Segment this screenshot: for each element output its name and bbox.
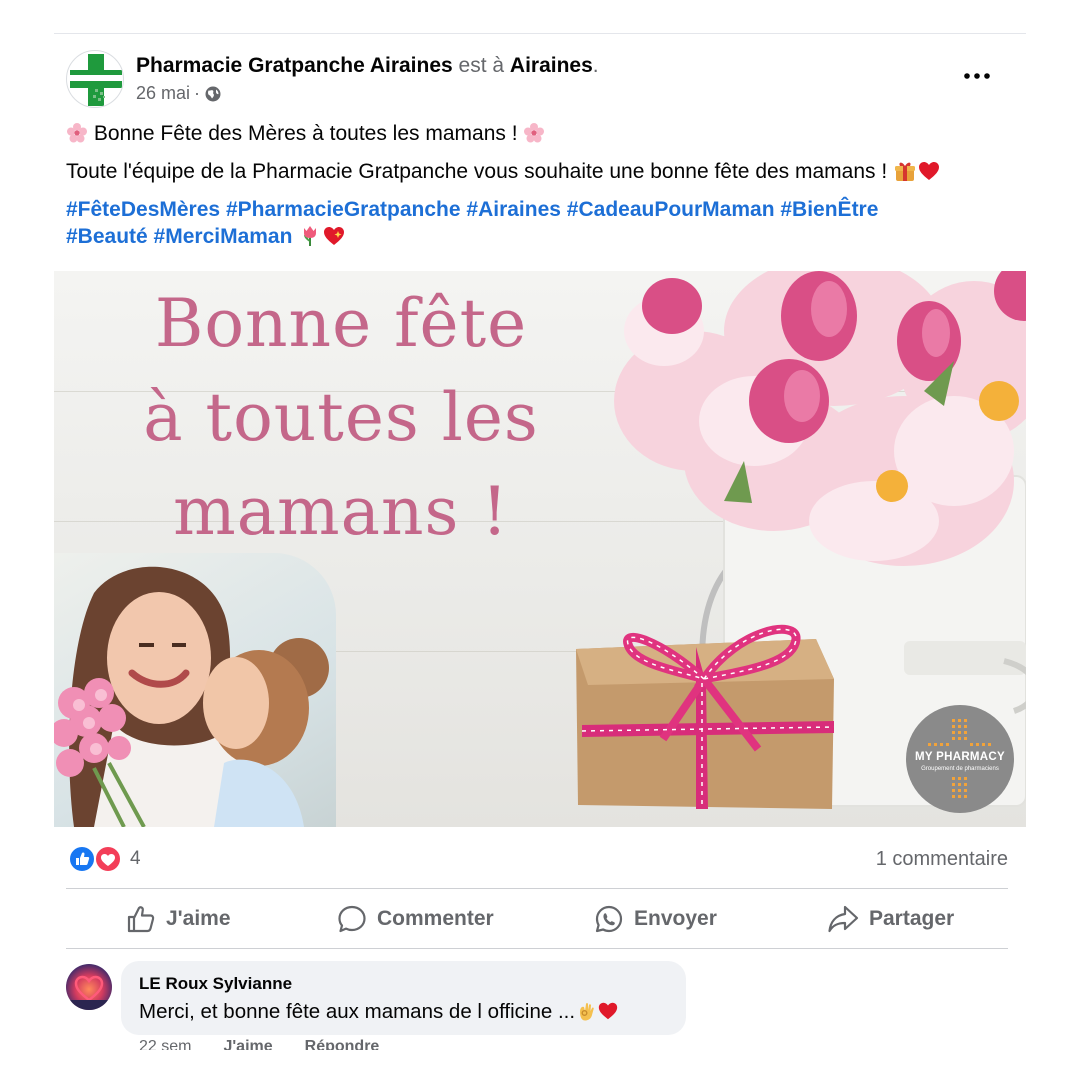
post-text-line-1: Bonne Fête des Mères à toutes les mamans… [66, 120, 1016, 147]
send-label: Envoyer [634, 907, 717, 930]
page-avatar[interactable] [66, 50, 124, 108]
whatsapp-icon [595, 905, 623, 933]
like-button[interactable]: J'aime [126, 892, 231, 946]
post-header: Pharmacie Gratpanche Airaines est à Aira… [66, 50, 1008, 110]
hashtag-link[interactable]: #Beauté [66, 225, 148, 248]
meta-separator: · [194, 83, 201, 103]
cherry-blossom-icon [67, 123, 87, 143]
badge-subtitle: Groupement de pharmaciens [921, 766, 999, 772]
gift-icon [895, 162, 916, 181]
post-text-line-2: Toute l'équipe de la Pharmacie Gratpanch… [66, 158, 1016, 185]
image-greeting: Bonne fête à toutes les mamans ! [106, 277, 576, 559]
share-arrow-icon [828, 905, 859, 933]
comment-like-link[interactable]: J'aime [223, 1038, 272, 1050]
globe-icon [205, 86, 221, 101]
mother-daughter-photo [54, 553, 336, 827]
comment-time[interactable]: 22 sem [139, 1038, 191, 1050]
post-action-bar: J'aime Commenter Envoyer Partager [66, 892, 1008, 946]
comment-meta: 22 sem J'aime Répondre [139, 1038, 379, 1050]
badge-title: MY PHARMACY [915, 751, 1005, 763]
team-message: Toute l'équipe de la Pharmacie Gratpanch… [66, 160, 888, 183]
reaction-count[interactable]: 4 [130, 848, 141, 870]
greeting-line-1: Bonne fête [154, 285, 528, 362]
comment-author-link[interactable]: LE Roux Sylvianne [139, 974, 668, 994]
share-button[interactable]: Partager [827, 892, 954, 946]
comment-bubble: LE Roux Sylvianne Merci, et bonne fête a… [121, 961, 686, 1035]
gift-box-illustration [576, 624, 835, 809]
checkin-text: est à [458, 54, 505, 77]
page-name-link[interactable]: Pharmacie Gratpanche Airaines [136, 54, 453, 77]
post-image[interactable]: Bonne fête à toutes les mamans ! MY PHAR… [54, 271, 1026, 827]
top-divider [54, 33, 1026, 34]
period: . [592, 54, 599, 77]
more-options-button[interactable] [960, 62, 994, 90]
comment-text: Merci, et bonne fête aux mamans de l off… [139, 1000, 668, 1024]
photo-illustration [54, 566, 329, 827]
pharmacy-cross-logo [70, 54, 122, 106]
share-label: Partager [869, 907, 955, 930]
comment-count-link[interactable]: 1 commentaire [876, 848, 1008, 871]
send-button[interactable]: Envoyer [594, 892, 717, 946]
comment-reply-link[interactable]: Répondre [305, 1038, 380, 1050]
sparkling-heart-icon [324, 227, 345, 245]
hashtag-link[interactable]: #PharmacieGratpanche [226, 198, 461, 221]
hashtag-link[interactable]: #CadeauPourMaman [567, 198, 775, 221]
tulip-icon [304, 226, 317, 246]
action-divider-bottom [66, 948, 1008, 949]
red-heart-icon [598, 1002, 618, 1020]
greeting-text: Bonne Fête des Mères à toutes les mamans… [93, 122, 518, 145]
hashtag-link[interactable]: #MerciMaman [154, 225, 293, 248]
hashtags: #FêteDesMères #PharmacieGratpanche #Aira… [66, 196, 1016, 250]
heart-sunset-icon [66, 975, 112, 1010]
cherry-blossom-icon [524, 123, 545, 143]
hashtag-link[interactable]: #BienÊtre [780, 198, 878, 221]
action-divider-top [66, 888, 1008, 889]
greeting-line-2: à toutes les [143, 379, 539, 456]
like-label: J'aime [166, 907, 231, 930]
more-horizontal-icon [964, 73, 990, 79]
my-pharmacy-badge: MY PHARMACY Groupement de pharmaciens [906, 705, 1014, 813]
comment-body: Merci, et bonne fête aux mamans de l off… [139, 1000, 576, 1023]
thumbs-up-icon [127, 906, 155, 933]
comment-label: Commenter [377, 907, 494, 930]
comment-button[interactable]: Commenter [337, 892, 494, 946]
hashtag-link[interactable]: #Airaines [466, 198, 561, 221]
post-meta: 26 mai · [136, 83, 222, 104]
comment-bubble-icon [338, 905, 366, 933]
hashtag-link[interactable]: #FêteDesMères [66, 198, 220, 221]
ok-hand-icon [580, 1003, 594, 1021]
post-text: Bonne Fête des Mères à toutes les mamans… [66, 120, 1016, 261]
reaction-icons[interactable] [68, 845, 124, 873]
place-link[interactable]: Airaines [510, 54, 593, 77]
post-date[interactable]: 26 mai [136, 83, 190, 104]
greeting-line-3: mamans ! [173, 473, 509, 550]
post-author-line: Pharmacie Gratpanche Airaines est à Aira… [136, 54, 599, 78]
commenter-avatar[interactable] [66, 964, 112, 1010]
red-heart-icon [919, 162, 940, 180]
reactions-summary: 4 1 commentaire [66, 840, 1008, 876]
